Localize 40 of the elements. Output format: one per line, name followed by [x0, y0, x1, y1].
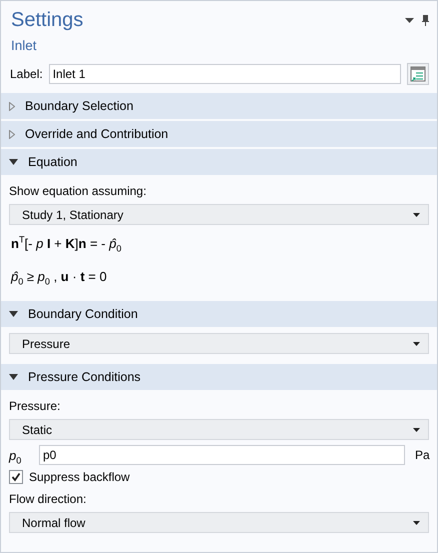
dropdown[interactable]: Pressure	[9, 333, 429, 354]
section-header[interactable]: Equation	[1, 149, 437, 175]
collapsed-triangle-icon	[9, 130, 15, 138]
caret-icon	[413, 520, 420, 524]
panel-subtitle: Inlet	[10, 37, 38, 55]
section-header[interactable]: Override and Contribution	[1, 121, 437, 147]
equation: n$^{T}$[- p I + K]n = - p̂$_{0}$	[10, 234, 122, 256]
pin-icon[interactable]	[422, 15, 429, 26]
dropdown[interactable]: Study 1, Stationary	[9, 204, 429, 225]
expanded-triangle-icon	[9, 311, 18, 317]
expanded-triangle-icon	[9, 159, 18, 165]
section-title: Boundary Condition	[28, 307, 138, 321]
section-title: Equation	[28, 155, 78, 169]
panel-title: Settings	[11, 8, 84, 33]
caret-icon	[413, 428, 420, 432]
section-header[interactable]: Pressure Conditions	[1, 364, 437, 390]
checkbox[interactable]	[9, 470, 23, 484]
checkbox-label: Suppress backflow	[29, 470, 130, 484]
expanded-triangle-icon	[9, 374, 18, 380]
section-title: Boundary Selection	[25, 99, 134, 113]
dropdown[interactable]: Static	[9, 419, 429, 440]
field-caption: Flow direction:	[9, 491, 88, 507]
section-header[interactable]: Boundary Condition	[1, 301, 437, 327]
equation: p̂$_{0}$ ≥ p$_{0}$ , u · t = 0	[10, 268, 108, 289]
unit-label: Pa	[414, 448, 429, 462]
section-header[interactable]: Boundary Selection	[1, 93, 437, 119]
dropdown-arrow-icon[interactable]	[405, 18, 414, 23]
caret-icon	[413, 212, 420, 216]
section-title: Override and Contribution	[25, 127, 168, 141]
caret-icon	[413, 342, 420, 346]
label-button[interactable]	[407, 63, 429, 85]
section-title: Pressure Conditions	[28, 370, 141, 384]
parameter-symbol: p$_{0}$	[9, 448, 22, 462]
field-caption: Pressure:	[9, 398, 62, 414]
label-caption: Label:	[10, 67, 43, 81]
field-caption: Show equation assuming:	[9, 183, 148, 199]
parameter-field[interactable]: p0	[39, 445, 405, 465]
dropdown[interactable]: Normal flow	[9, 512, 429, 533]
collapsed-triangle-icon	[9, 102, 15, 110]
label-field[interactable]: Inlet 1	[48, 64, 401, 84]
